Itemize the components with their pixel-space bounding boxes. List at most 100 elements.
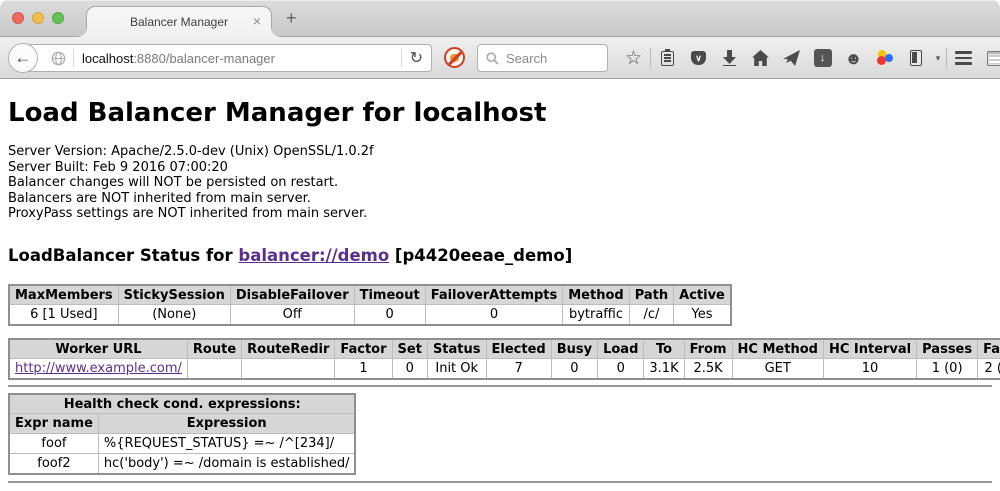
worker-url-link[interactable]: http://www.example.com/ — [15, 361, 182, 376]
table-header-cell: FailoverAttempts — [425, 285, 563, 305]
table-cell: 0 — [598, 359, 644, 379]
info-line: Balancer changes will NOT be persisted o… — [8, 175, 992, 191]
search-icon — [486, 52, 499, 65]
worker-status-table: Worker URLRouteRouteRedirFactorSetStatus… — [8, 338, 1000, 380]
table-row: 6 [1 Used](None)Off00bytraffic/c/Yes — [9, 305, 731, 325]
table-header-cell: Fails — [978, 339, 1000, 359]
table-cell: 1 (0) — [917, 359, 978, 379]
table-cell — [187, 359, 241, 379]
url-divider — [73, 49, 74, 67]
toolbar-divider — [650, 48, 651, 68]
table-header-cell: DisableFailover — [230, 285, 354, 305]
bottom-divider — [8, 481, 992, 483]
toolbar-divider — [946, 48, 947, 68]
table-cell: Init Ok — [427, 359, 486, 379]
back-arrow-icon: ← — [15, 48, 32, 68]
table-cell: 7 — [486, 359, 551, 379]
balancer-link[interactable]: balancer://demo — [238, 246, 389, 265]
table-cell: hc('body') =~ /domain is established/ — [98, 454, 355, 474]
info-line: Balancers are NOT inherited from main se… — [8, 191, 992, 207]
search-input[interactable]: Search — [477, 44, 608, 72]
table-header-cell: Active — [674, 285, 731, 305]
table-header-cell: HC Method — [732, 339, 823, 359]
home-icon[interactable] — [745, 50, 776, 66]
menu-hamburger-icon[interactable] — [948, 51, 979, 64]
table-cell: 2.5K — [684, 359, 732, 379]
table-cell: Yes — [674, 305, 731, 325]
plugin-blocked-icon[interactable] — [444, 47, 465, 68]
pocket-icon[interactable]: ∨ — [683, 51, 714, 65]
dropdown-caret-icon[interactable]: ▾ — [931, 53, 945, 64]
table-header-cell: To — [644, 339, 684, 359]
heading-prefix: LoadBalancer Status for — [8, 246, 238, 265]
globe-icon — [51, 51, 66, 66]
table-header-cell: HC Interval — [823, 339, 916, 359]
table-cell: 6 [1 Used] — [9, 305, 118, 325]
table-header-cell: Elected — [486, 339, 551, 359]
browser-window: Balancer Manager × + ← localhost:8880/ba… — [0, 0, 1000, 491]
table-cell: 2 (0) — [978, 359, 1000, 379]
new-tab-button[interactable]: + — [286, 8, 297, 29]
table-cell: /c/ — [629, 305, 673, 325]
heading-suffix: [p4420eeae_demo] — [389, 246, 572, 265]
close-tab-icon[interactable]: × — [253, 14, 261, 28]
send-tab-icon[interactable] — [776, 50, 807, 66]
minimize-window-button[interactable] — [32, 12, 44, 24]
reload-icon[interactable]: ↻ — [402, 48, 431, 68]
server-info: Server Version: Apache/2.5.0-dev (Unix) … — [8, 144, 992, 222]
back-button[interactable]: ← — [8, 43, 38, 73]
table-row: foof%{REQUEST_STATUS} =~ /^[234]/ — [9, 434, 355, 454]
table-header-cell: Route — [187, 339, 241, 359]
search-placeholder: Search — [506, 51, 547, 66]
table-row: http://www.example.com/10Init Ok7003.1K2… — [9, 359, 1000, 379]
table-cell: foof — [9, 434, 98, 454]
page-content: Load Balancer Manager for localhost Serv… — [0, 97, 1000, 483]
table-header-cell: Path — [629, 285, 673, 305]
download-arrow-icon[interactable] — [714, 50, 745, 66]
tab-strip: Balancer Manager × + — [0, 0, 1000, 37]
table-header-cell: StickySession — [118, 285, 230, 305]
table-cell: GET — [732, 359, 823, 379]
table-cell: 1 — [335, 359, 392, 379]
table-header-cell: Load — [598, 339, 644, 359]
close-window-button[interactable] — [12, 12, 24, 24]
table-cell: foof2 — [9, 454, 98, 474]
forum-smiley-icon[interactable]: ☻ — [838, 50, 869, 67]
tab-title: Balancer Manager — [130, 15, 228, 29]
reading-list-icon[interactable] — [652, 51, 683, 66]
toolbar-icons: ☆ ∨ ↓ ☻ ▾ — [618, 44, 1000, 72]
info-line: ProxyPass settings are NOT inherited fro… — [8, 206, 992, 222]
table-header-cell: Passes — [917, 339, 978, 359]
url-bar[interactable]: localhost:8880/balancer-manager ↻ — [24, 44, 432, 72]
table-cell: 0 — [551, 359, 597, 379]
page-thumbnail-icon[interactable] — [979, 51, 1000, 66]
table-header-cell: RouteRedir — [242, 339, 335, 359]
browser-tab[interactable]: Balancer Manager × — [86, 6, 272, 37]
table-header-cell: Timeout — [354, 285, 425, 305]
table-cell: 0 — [354, 305, 425, 325]
table-cell: %{REQUEST_STATUS} =~ /^[234]/ — [98, 434, 355, 454]
table-cell: Off — [230, 305, 354, 325]
page-title: Load Balancer Manager for localhost — [8, 97, 992, 129]
table-header-cell: From — [684, 339, 732, 359]
addon-colored-dots-icon[interactable] — [869, 50, 900, 66]
table-header-cell: Expr name — [9, 414, 98, 434]
downloads-panel-icon[interactable]: ↓ — [807, 49, 838, 67]
table-cell — [242, 359, 335, 379]
table-title: Health check cond. expressions: — [9, 394, 355, 414]
url-host: localhost — [82, 51, 133, 66]
table-header-cell: Factor — [335, 339, 392, 359]
table-header-cell: Set — [392, 339, 427, 359]
window-controls — [12, 12, 64, 24]
table-cell: 3.1K — [644, 359, 684, 379]
url-path: :8880/balancer-manager — [133, 51, 275, 66]
table-header-cell: Method — [563, 285, 629, 305]
table-cell: http://www.example.com/ — [9, 359, 187, 379]
table-cell: 10 — [823, 359, 916, 379]
container-icon[interactable] — [900, 50, 931, 66]
bookmark-star-icon[interactable]: ☆ — [618, 49, 649, 68]
balancer-status-table: MaxMembersStickySessionDisableFailoverTi… — [8, 284, 732, 326]
zoom-window-button[interactable] — [52, 12, 64, 24]
table-cell: 0 — [425, 305, 563, 325]
table-cell: (None) — [118, 305, 230, 325]
